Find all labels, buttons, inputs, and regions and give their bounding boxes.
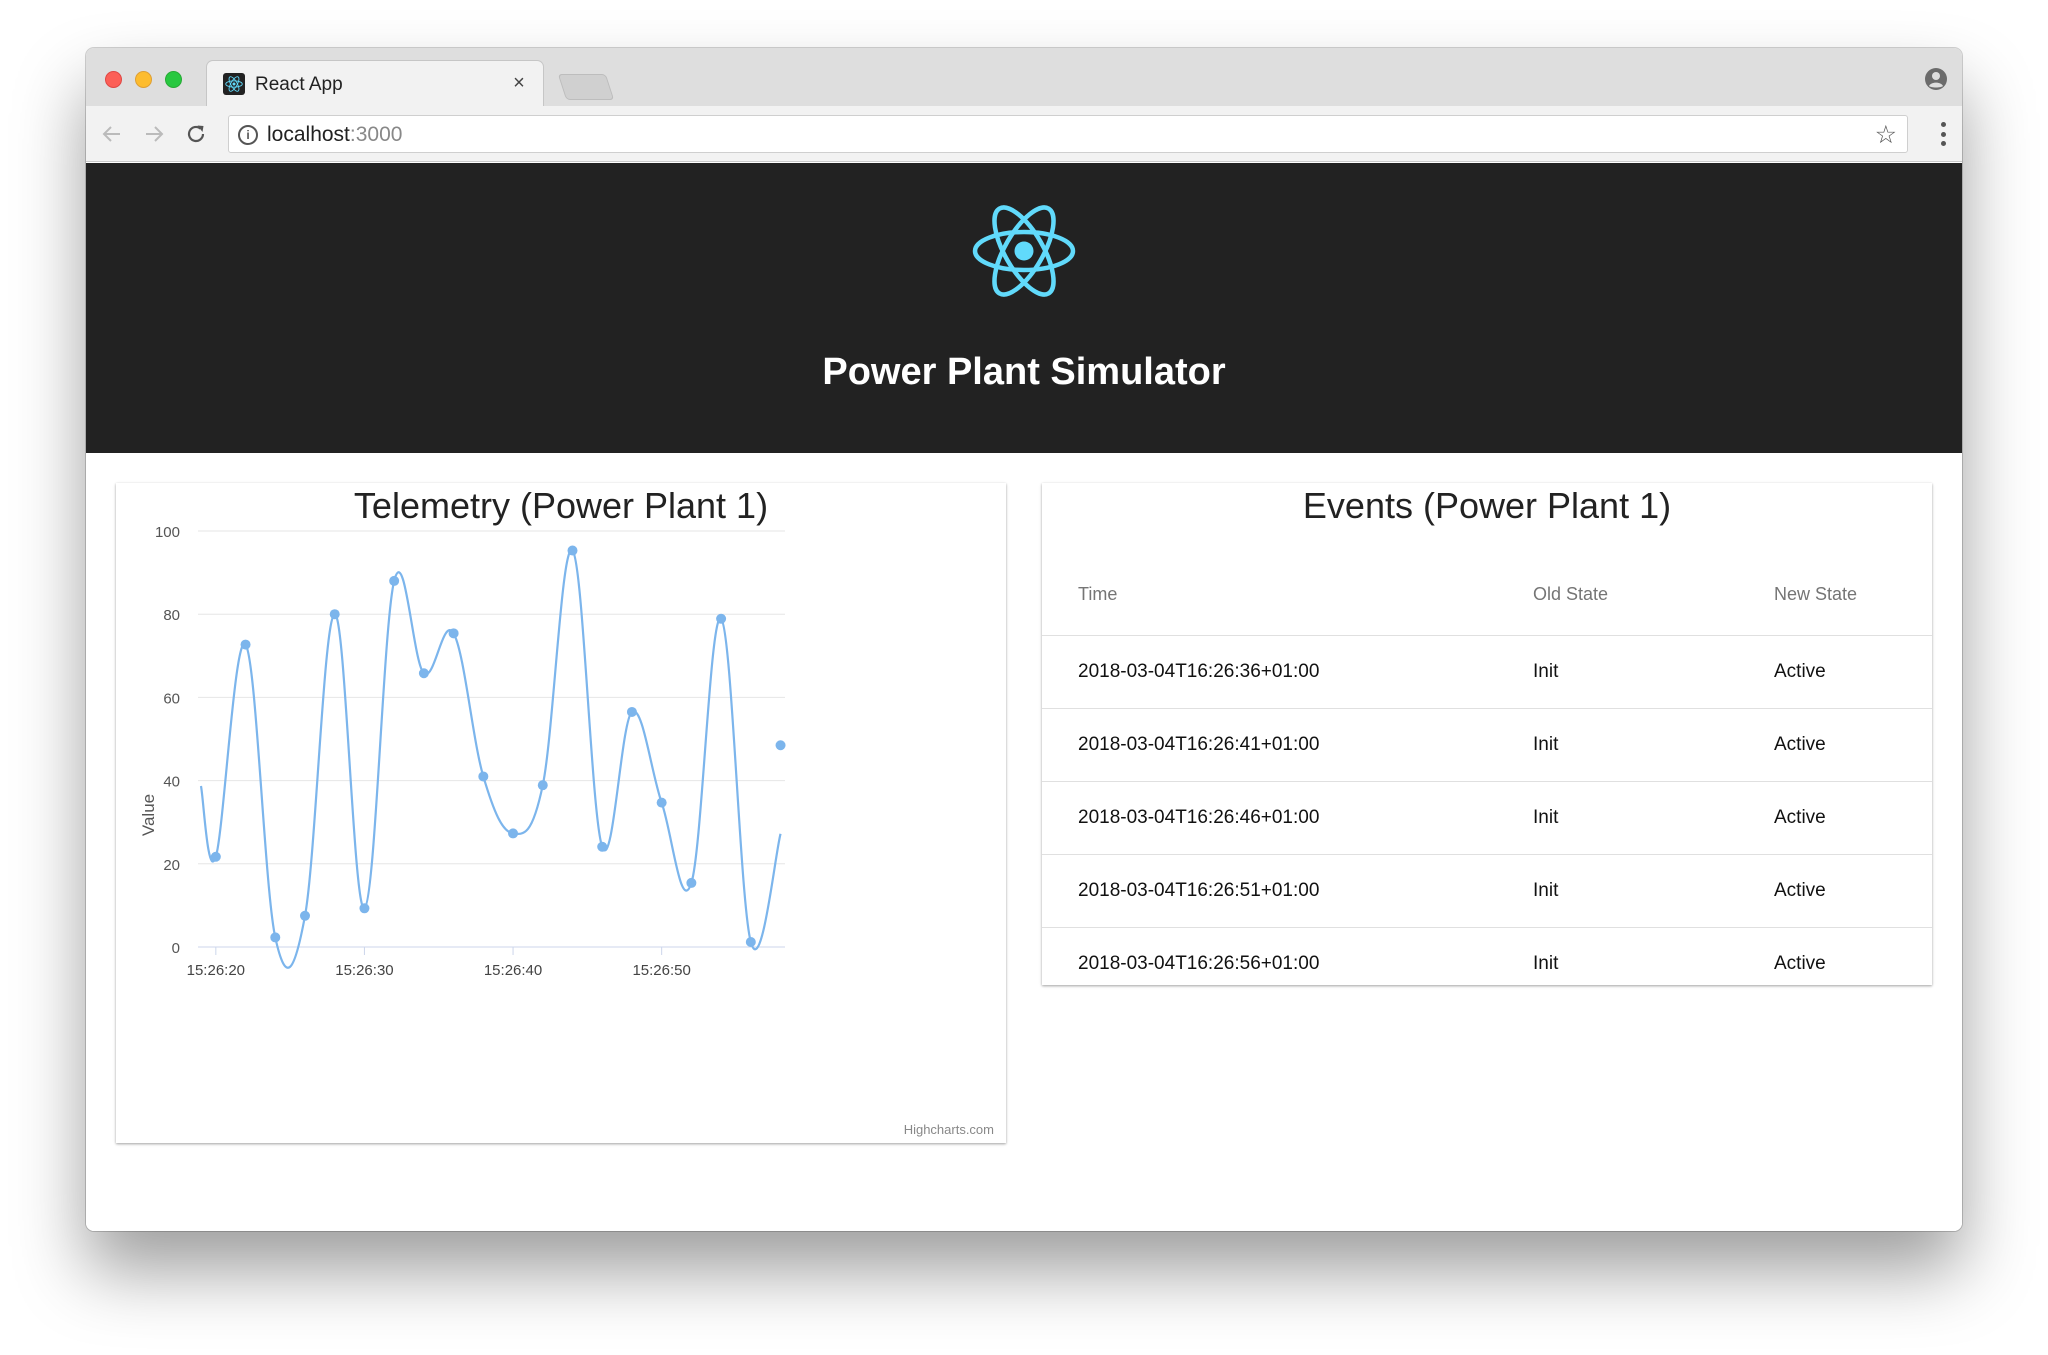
x-tick-label: 15:26:40 — [484, 962, 542, 979]
data-point[interactable] — [418, 668, 429, 679]
x-tick-label: 15:26:20 — [187, 962, 245, 979]
data-point[interactable] — [270, 932, 281, 943]
browser-tab-active[interactable]: React App × — [206, 60, 544, 106]
forward-arrow-icon[interactable] — [140, 120, 168, 148]
data-point[interactable] — [299, 910, 310, 921]
url-text: localhost:3000 — [267, 123, 402, 147]
reload-icon[interactable] — [182, 120, 210, 148]
x-axis-ticks: 15:26:20 15:26:30 15:26:40 15:26:50 — [187, 947, 691, 979]
minimize-window-button[interactable] — [135, 71, 152, 88]
data-point[interactable] — [775, 740, 786, 751]
y-tick-label: 20 — [163, 857, 180, 874]
desktop-background: React App × i localhost:3000 ☆ Power Pla… — [0, 0, 2048, 1355]
cell-new-state: Active — [1738, 635, 1932, 709]
column-header-time[interactable]: Time — [1042, 555, 1497, 636]
data-point[interactable] — [478, 771, 489, 782]
tab-close-icon[interactable]: × — [509, 71, 529, 95]
tab-strip: React App × — [86, 48, 1962, 106]
cell-old-state: Init — [1497, 781, 1738, 855]
browser-toolbar: i localhost:3000 ☆ — [86, 106, 1962, 162]
telemetry-chart[interactable]: 020406080100 15:26:20 15:26:30 15:26:40 15:… — [116, 483, 1006, 1143]
cell-old-state: Init — [1497, 854, 1738, 928]
react-logo-icon — [972, 205, 1076, 297]
data-point[interactable] — [240, 639, 251, 650]
y-tick-label: 80 — [163, 607, 180, 624]
x-tick-label: 15:26:30 — [335, 962, 393, 979]
table-row[interactable]: 2018-03-04T16:26:36+01:00 Init Active — [1042, 635, 1932, 709]
data-point[interactable] — [508, 828, 519, 839]
maximize-window-button[interactable] — [165, 71, 182, 88]
events-card: Events (Power Plant 1) Time Old State Ne… — [1042, 483, 1932, 985]
browser-window: React App × i localhost:3000 ☆ Power Pla… — [86, 48, 1962, 1231]
cell-time: 2018-03-04T16:26:51+01:00 — [1042, 854, 1497, 928]
y-axis-label: Value — [139, 794, 158, 836]
info-icon[interactable]: i — [238, 125, 258, 145]
events-header-row: Time Old State New State — [1042, 555, 1932, 636]
back-arrow-icon[interactable] — [98, 120, 126, 148]
data-point[interactable] — [329, 609, 340, 620]
table-row[interactable]: 2018-03-04T16:26:46+01:00 Init Active — [1042, 781, 1932, 855]
tab-title: React App — [255, 74, 343, 95]
cell-time: 2018-03-04T16:26:36+01:00 — [1042, 635, 1497, 709]
data-point[interactable] — [626, 706, 637, 717]
cell-old-state: Init — [1497, 635, 1738, 709]
x-tick-label: 15:26:50 — [632, 962, 690, 979]
chart-series — [199, 545, 786, 969]
data-point[interactable] — [210, 851, 221, 862]
app-title: Power Plant Simulator — [822, 351, 1226, 393]
cell-new-state: Active — [1738, 854, 1932, 928]
kebab-menu-icon[interactable] — [1940, 122, 1946, 146]
url-port: :3000 — [349, 123, 403, 146]
y-tick-label: 40 — [163, 774, 180, 791]
data-point[interactable] — [359, 903, 370, 914]
table-row[interactable]: 2018-03-04T16:26:41+01:00 Init Active — [1042, 708, 1932, 782]
data-point[interactable] — [389, 575, 400, 586]
data-point[interactable] — [716, 613, 727, 624]
events-title: Events (Power Plant 1) — [1302, 485, 1672, 526]
table-row[interactable]: 2018-03-04T16:26:51+01:00 Init Active — [1042, 854, 1932, 928]
y-axis-ticks: 0 20 40 60 80 100 — [155, 524, 180, 957]
data-point[interactable] — [537, 780, 548, 791]
series-line[interactable] — [199, 549, 782, 969]
cell-new-state: Active — [1774, 952, 1826, 974]
data-point[interactable] — [448, 628, 459, 639]
cell-old-state: Init — [1497, 708, 1738, 782]
table-row[interactable]: 2018-03-04T16:26:56+01:00 Init Active — [1042, 927, 1932, 1000]
telemetry-card: Telemetry (Power Plant 1) 0 20 40 60 80 100 1… — [116, 483, 1006, 1143]
new-tab-button[interactable] — [557, 74, 615, 100]
cell-old-state: Init — [1533, 952, 1559, 974]
cell-time: 2018-03-04T16:26:56+01:00 — [1078, 952, 1320, 974]
events-table: Time Old State New State 2018-03-04T16:2… — [1042, 555, 1932, 1000]
url-host: localhost — [267, 123, 350, 146]
y-tick-label: 60 — [163, 690, 180, 707]
column-header-old-state[interactable]: Old State — [1497, 555, 1738, 636]
close-window-button[interactable] — [105, 71, 122, 88]
data-point[interactable] — [745, 937, 756, 948]
data-point[interactable] — [567, 545, 578, 556]
cell-new-state: Active — [1738, 708, 1932, 782]
cell-time: 2018-03-04T16:26:46+01:00 — [1042, 781, 1497, 855]
profile-icon[interactable] — [1924, 67, 1948, 91]
column-header-new-state[interactable]: New State — [1738, 555, 1932, 636]
y-tick-label: 0 — [172, 940, 180, 957]
cell-time: 2018-03-04T16:26:41+01:00 — [1042, 708, 1497, 782]
data-point[interactable] — [686, 877, 697, 888]
app-header: Power Plant Simulator — [86, 163, 1962, 453]
page-content: Power Plant Simulator Telemetry (Power P… — [86, 163, 1962, 1231]
cell-new-state: Active — [1738, 781, 1932, 855]
address-bar[interactable]: i localhost:3000 ☆ — [228, 115, 1908, 153]
react-favicon-icon — [223, 73, 245, 95]
data-point[interactable] — [656, 797, 667, 808]
data-point[interactable] — [597, 841, 608, 852]
star-icon[interactable]: ☆ — [1875, 120, 1897, 150]
y-tick-label: 100 — [155, 524, 180, 541]
chart-grid — [198, 530, 785, 948]
chart-credits[interactable]: Highcharts.com — [904, 1122, 994, 1137]
